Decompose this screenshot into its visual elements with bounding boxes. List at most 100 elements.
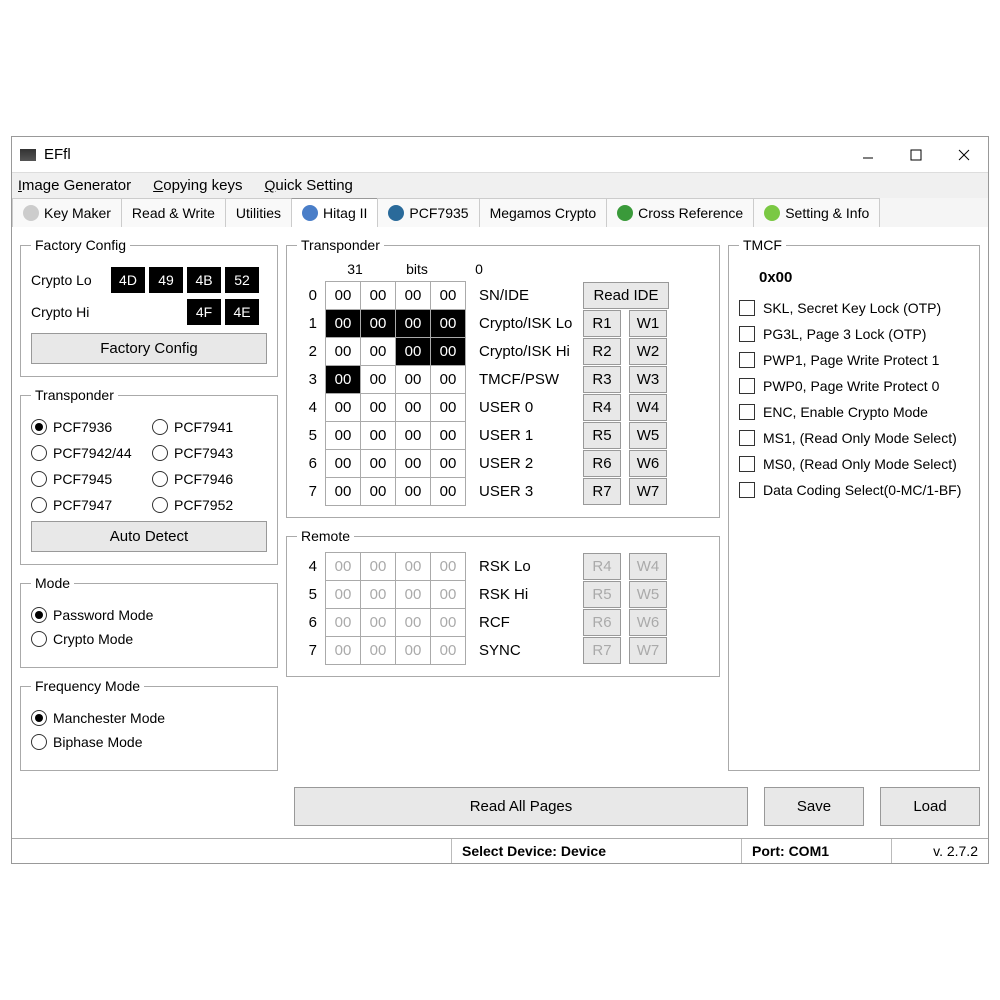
tab-cross-reference[interactable]: Cross Reference	[606, 198, 754, 227]
read-3-button[interactable]: R3	[583, 366, 621, 393]
write-3-button[interactable]: W3	[629, 366, 667, 393]
write-6-button[interactable]: W6	[629, 450, 667, 477]
radio-pcf7945[interactable]: PCF7945	[31, 471, 146, 487]
data-cell[interactable]: 00	[395, 337, 431, 366]
load-button[interactable]: Load	[880, 787, 980, 826]
maximize-button[interactable]	[892, 137, 940, 173]
crypto-lo-byte[interactable]: 52	[225, 267, 259, 293]
checkbox-ms0[interactable]: MS0, (Read Only Mode Select)	[739, 456, 969, 472]
tab-read-write[interactable]: Read & Write	[121, 198, 226, 227]
read-ide-button[interactable]: Read IDE	[583, 282, 669, 309]
read-2-button[interactable]: R2	[583, 338, 621, 365]
auto-detect-button[interactable]: Auto Detect	[31, 521, 267, 552]
data-cell[interactable]: 00	[360, 393, 396, 422]
checkbox-pwp0[interactable]: PWP0, Page Write Protect 0	[739, 378, 969, 394]
data-cell[interactable]: 00	[430, 365, 466, 394]
radio-pcf7946[interactable]: PCF7946	[152, 471, 267, 487]
read-1-button[interactable]: R1	[583, 310, 621, 337]
checkbox-ms1[interactable]: MS1, (Read Only Mode Select)	[739, 430, 969, 446]
radio-pcf7942-44[interactable]: PCF7942/44	[31, 445, 146, 461]
write-7-button[interactable]: W7	[629, 478, 667, 505]
write-1-button[interactable]: W1	[629, 310, 667, 337]
remote-cell: 00	[360, 608, 396, 637]
radio-pcf7941[interactable]: PCF7941	[152, 419, 267, 435]
radio-crypto-mode[interactable]: Crypto Mode	[31, 631, 267, 647]
data-cell[interactable]: 00	[325, 449, 361, 478]
data-cell[interactable]: 00	[325, 477, 361, 506]
app-window: EFfl Image GeneratorCopying keysQuick Se…	[11, 136, 989, 864]
crypto-lo-byte[interactable]: 4B	[187, 267, 221, 293]
tab-setting-info[interactable]: Setting & Info	[753, 198, 880, 227]
data-cell[interactable]: 00	[360, 449, 396, 478]
data-cell[interactable]: 00	[325, 421, 361, 450]
radio-password-mode[interactable]: Password Mode	[31, 607, 267, 623]
crypto-hi-byte[interactable]: 4E	[225, 299, 259, 325]
save-button[interactable]: Save	[764, 787, 864, 826]
checkbox-enc[interactable]: ENC, Enable Crypto Mode	[739, 404, 969, 420]
tab-pcf7935[interactable]: PCF7935	[377, 198, 479, 227]
data-cell[interactable]: 00	[360, 421, 396, 450]
menu-image-generator[interactable]: Image Generator	[18, 177, 131, 194]
menu-quick-setting[interactable]: Quick Setting	[264, 177, 352, 194]
menu-copying-keys[interactable]: Copying keys	[153, 177, 242, 194]
close-button[interactable]	[940, 137, 988, 173]
data-cell[interactable]: 00	[360, 365, 396, 394]
remote-cell: 00	[325, 636, 361, 665]
data-cell[interactable]: 00	[430, 309, 466, 338]
data-cell[interactable]: 00	[395, 421, 431, 450]
radio-biphase-mode[interactable]: Biphase Mode	[31, 734, 267, 750]
read-5-button[interactable]: R5	[583, 422, 621, 449]
data-cell[interactable]: 00	[430, 337, 466, 366]
data-cell[interactable]: 00	[395, 309, 431, 338]
checkbox-data coding select(0-mc/1-bf)[interactable]: Data Coding Select(0-MC/1-BF)	[739, 482, 969, 498]
checkbox-pwp1[interactable]: PWP1, Page Write Protect 1	[739, 352, 969, 368]
factory-config-button[interactable]: Factory Config	[31, 333, 267, 364]
write-5-button[interactable]: W5	[629, 422, 667, 449]
radio-pcf7936[interactable]: PCF7936	[31, 419, 146, 435]
tab-utilities[interactable]: Utilities	[225, 198, 292, 227]
remote-cell: 00	[325, 552, 361, 581]
radio-pcf7943[interactable]: PCF7943	[152, 445, 267, 461]
crypto-lo-byte[interactable]: 4D	[111, 267, 145, 293]
data-cell[interactable]: 00	[430, 421, 466, 450]
write-2-button[interactable]: W2	[629, 338, 667, 365]
radio-manchester-mode[interactable]: Manchester Mode	[31, 710, 267, 726]
read-7-button[interactable]: R7	[583, 478, 621, 505]
data-cell[interactable]: 00	[325, 393, 361, 422]
data-cell[interactable]: 00	[325, 281, 361, 310]
data-cell[interactable]: 00	[395, 393, 431, 422]
tab-hitag-ii[interactable]: Hitag II	[291, 198, 378, 227]
tab-key-maker[interactable]: Key Maker	[12, 198, 122, 227]
data-cell[interactable]: 00	[395, 365, 431, 394]
data-cell[interactable]: 00	[430, 449, 466, 478]
data-cell[interactable]: 00	[325, 309, 361, 338]
data-cell[interactable]: 00	[325, 337, 361, 366]
remote-cell: 00	[395, 608, 431, 637]
data-cell[interactable]: 00	[395, 281, 431, 310]
checkbox-pg3l[interactable]: PG3L, Page 3 Lock (OTP)	[739, 326, 969, 342]
tab-icon	[302, 205, 318, 221]
data-cell[interactable]: 00	[360, 477, 396, 506]
data-cell[interactable]: 00	[360, 281, 396, 310]
data-cell[interactable]: 00	[430, 477, 466, 506]
crypto-lo-byte[interactable]: 49	[149, 267, 183, 293]
data-cell[interactable]: 00	[395, 477, 431, 506]
data-cell[interactable]: 00	[360, 309, 396, 338]
radio-pcf7952[interactable]: PCF7952	[152, 497, 267, 513]
radio-pcf7947[interactable]: PCF7947	[31, 497, 146, 513]
read-6-button[interactable]: R6	[583, 450, 621, 477]
checkbox-skl[interactable]: SKL, Secret Key Lock (OTP)	[739, 300, 969, 316]
read-4-button[interactable]: R4	[583, 394, 621, 421]
crypto-hi-byte[interactable]: 4F	[187, 299, 221, 325]
minimize-button[interactable]	[844, 137, 892, 173]
frequency-mode-group: Frequency Mode Manchester ModeBiphase Mo…	[20, 678, 278, 771]
data-cell[interactable]: 00	[430, 393, 466, 422]
read-all-pages-button[interactable]: Read All Pages	[294, 787, 748, 826]
tab-megamos-crypto[interactable]: Megamos Crypto	[479, 198, 608, 227]
data-cell[interactable]: 00	[430, 281, 466, 310]
remote-read-button: R6	[583, 609, 621, 636]
data-cell[interactable]: 00	[360, 337, 396, 366]
data-cell[interactable]: 00	[325, 365, 361, 394]
write-4-button[interactable]: W4	[629, 394, 667, 421]
data-cell[interactable]: 00	[395, 449, 431, 478]
